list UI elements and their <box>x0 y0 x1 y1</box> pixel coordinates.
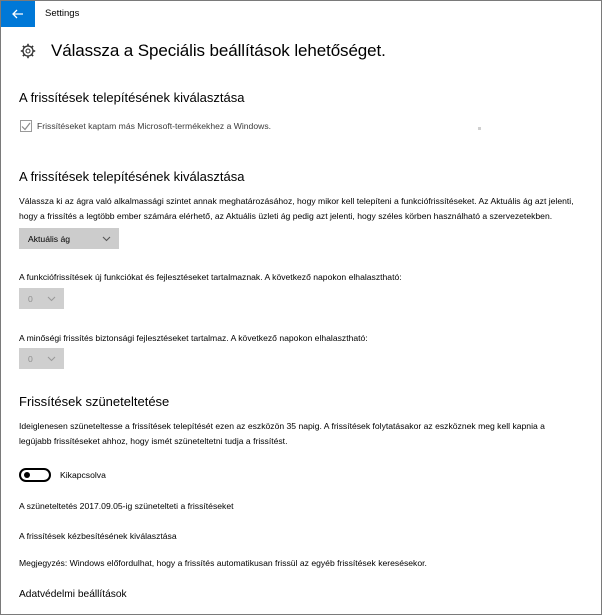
toggle-knob <box>24 472 30 478</box>
title-bar: Settings <box>1 1 601 27</box>
chevron-down-icon <box>102 234 111 244</box>
branch-description-line1: Válassza ki az ágra való alkalmassági sz… <box>19 196 574 206</box>
pause-toggle-label: Kikapcsolva <box>60 470 106 480</box>
note-text: Megjegyzés: Windows előfordulhat, hogy a… <box>19 558 427 568</box>
feature-defer-value: 0 <box>28 293 33 304</box>
quality-defer-select[interactable]: 0 <box>19 348 64 369</box>
stray-mark <box>478 127 481 130</box>
back-arrow-icon <box>12 9 24 19</box>
branch-readiness-value: Aktuális ág <box>28 233 71 244</box>
other-products-checkbox-label: Frissítéseket kaptam más Microsoft-termé… <box>37 121 272 131</box>
branch-description-line2: hogy a frissítés a legtöbb ember számára… <box>19 211 553 221</box>
chevron-down-icon <box>47 354 56 364</box>
page-header: Válassza a Speciális beállítások lehetős… <box>19 41 386 61</box>
pause-toggle-row: Kikapcsolva <box>19 468 106 482</box>
chevron-down-icon <box>47 294 56 304</box>
gear-icon <box>19 42 37 60</box>
feature-defer-select[interactable]: 0 <box>19 288 64 309</box>
quality-defer-value: 0 <box>28 353 33 364</box>
other-products-checkbox[interactable] <box>20 120 32 132</box>
branch-readiness-select[interactable]: Aktuális ág <box>19 228 119 249</box>
quality-defer-text: A minőségi frissítés biztonsági fejleszt… <box>19 333 368 343</box>
section-heading-branch: A frissítések telepítésének kiválasztása <box>19 169 245 184</box>
pause-description-line2: legújabb frissítéseket ahhoz, hogy ismét… <box>19 436 288 446</box>
delivery-options-link[interactable]: A frissítések kézbesítésének kiválasztás… <box>19 531 177 541</box>
page-title: Válassza a Speciális beállítások lehetős… <box>51 41 386 60</box>
checkmark-icon <box>21 122 31 130</box>
pause-until-text: A szüneteltetés 2017.09.05-ig szünetelte… <box>19 501 234 511</box>
app-title: Settings <box>45 8 80 19</box>
pause-updates-toggle[interactable] <box>19 468 51 482</box>
feature-defer-text: A funkciófrissítések új funkciókat és fe… <box>19 272 402 282</box>
settings-window: Settings Válassza a Speciális beállításo… <box>0 0 602 615</box>
pause-description-line1: Ideiglenesen szüneteltesse a frissítések… <box>19 421 545 431</box>
other-products-checkbox-row[interactable]: Frissítéseket kaptam más Microsoft-termé… <box>20 120 271 132</box>
section-heading-install-choice: A frissítések telepítésének kiválasztása <box>19 90 245 105</box>
privacy-settings-link[interactable]: Adatvédelmi beállítások <box>19 589 127 600</box>
back-button[interactable] <box>1 1 35 27</box>
section-heading-pause: Frissítések szüneteltetése <box>19 394 170 409</box>
